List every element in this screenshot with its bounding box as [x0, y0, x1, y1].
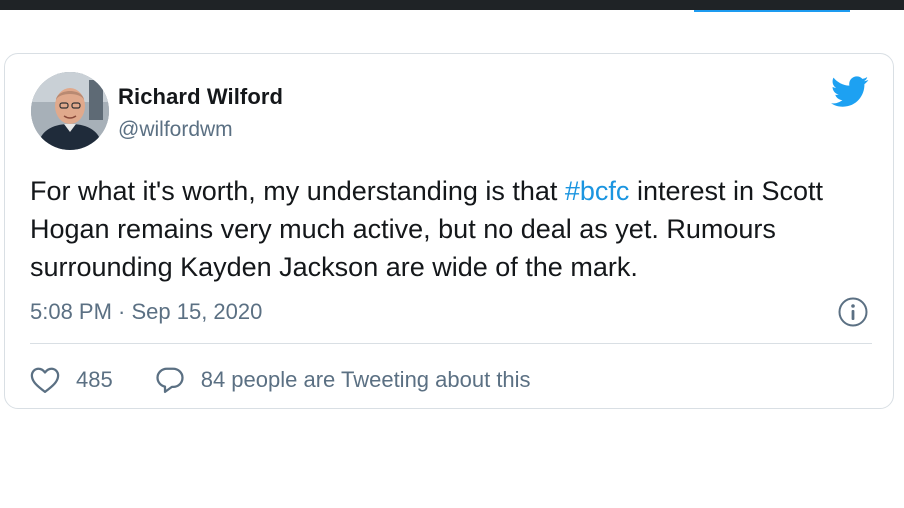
browser-top-bar	[0, 0, 904, 10]
tweet-actions: 485 84 people are Tweeting about this	[30, 362, 531, 398]
like-button[interactable]: 485	[30, 366, 113, 394]
divider	[30, 343, 872, 344]
tweet-card[interactable]: Richard Wilford @wilfordwm For what it's…	[4, 53, 894, 409]
tweet-text-start: For what it's worth, my understanding is…	[30, 176, 565, 206]
info-icon[interactable]	[837, 296, 869, 328]
avatar-image	[31, 72, 109, 150]
twitter-bird-icon[interactable]	[831, 76, 869, 108]
avatar[interactable]	[31, 72, 109, 150]
tweet-timestamp[interactable]: 5:08 PM · Sep 15, 2020	[30, 299, 262, 325]
conversation-text: 84 people are Tweeting about this	[200, 367, 531, 392]
like-count: 485	[76, 367, 113, 392]
author-handle[interactable]: @wilfordwm	[118, 118, 233, 142]
speech-bubble-icon	[156, 367, 184, 393]
hashtag-link[interactable]: #bcfc	[565, 176, 630, 206]
heart-icon	[30, 367, 60, 393]
tweet-text: For what it's worth, my understanding is…	[30, 172, 880, 286]
conversation-button[interactable]: 84 people are Tweeting about this	[155, 366, 531, 394]
top-accent-line	[694, 10, 850, 12]
author-name[interactable]: Richard Wilford	[118, 84, 283, 110]
